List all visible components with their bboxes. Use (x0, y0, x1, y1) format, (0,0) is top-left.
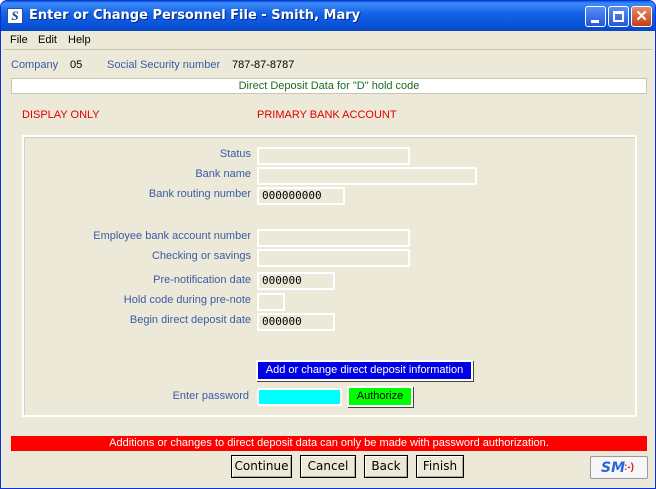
bank-name-label: Bank name (195, 168, 251, 180)
back-button[interactable]: Back (364, 455, 408, 478)
routing-field[interactable]: 000000000 (257, 187, 345, 205)
authorize-button[interactable]: Authorize (347, 386, 413, 407)
minimize-button[interactable] (585, 6, 606, 27)
add-change-deposit-button[interactable]: Add or change direct deposit information (256, 360, 473, 381)
checking-savings-label: Checking or savings (151, 250, 251, 262)
account-number-label: Employee bank account number (93, 230, 251, 242)
ssn-value: 787-87-8787 (232, 59, 295, 71)
hold-code-field[interactable] (257, 293, 285, 311)
account-number-field[interactable] (257, 229, 410, 247)
close-icon: ✕ (635, 8, 648, 25)
smiley-icon: :-) (624, 462, 634, 473)
prenote-date-field[interactable]: 000000 (257, 272, 335, 290)
primary-account-label: PRIMARY BANK ACCOUNT (257, 109, 397, 121)
begin-date-field[interactable]: 000000 (257, 313, 335, 331)
menu-help[interactable]: Help (68, 34, 91, 46)
app-icon: S (7, 8, 23, 24)
finish-button[interactable]: Finish (416, 455, 464, 478)
authorization-warning: Additions or changes to direct deposit d… (11, 436, 647, 451)
menu-edit[interactable]: Edit (38, 34, 57, 46)
password-label: Enter password (172, 390, 249, 402)
section-title: Direct Deposit Data for "D" hold code (11, 78, 647, 94)
company-label: Company (11, 59, 59, 71)
bank-name-field[interactable] (257, 167, 477, 185)
routing-label: Bank routing number (148, 188, 251, 200)
sm-logo: SM :-) (590, 456, 648, 479)
close-button[interactable]: ✕ (631, 6, 652, 27)
personnel-window: S Enter or Change Personnel File - Smith… (0, 0, 656, 489)
logo-text: SM (601, 460, 626, 476)
ssn-label: Social Security number (107, 59, 221, 71)
content-area: Company 05 Social Security number 787-87… (4, 51, 652, 487)
window-title: Enter or Change Personnel File - Smith, … (29, 8, 361, 23)
begin-date-label: Begin direct deposit date (129, 314, 251, 326)
checking-savings-field[interactable] (257, 249, 410, 267)
maximize-icon (613, 11, 624, 22)
status-label: Status (219, 148, 251, 160)
status-field[interactable] (257, 147, 410, 165)
minimize-icon (591, 20, 599, 23)
password-field[interactable] (257, 388, 342, 406)
menu-file[interactable]: File (10, 34, 28, 46)
continue-button[interactable]: Continue (231, 455, 292, 478)
display-only-label: DISPLAY ONLY (22, 109, 100, 121)
cancel-button[interactable]: Cancel (300, 455, 356, 478)
menu-bar: File Edit Help (4, 31, 652, 50)
prenote-date-label: Pre-notification date (153, 274, 251, 286)
company-value: 05 (70, 59, 83, 71)
maximize-button[interactable] (608, 6, 629, 27)
hold-code-label: Hold code during pre-note (123, 294, 251, 306)
title-bar[interactable]: S Enter or Change Personnel File - Smith… (1, 1, 655, 31)
